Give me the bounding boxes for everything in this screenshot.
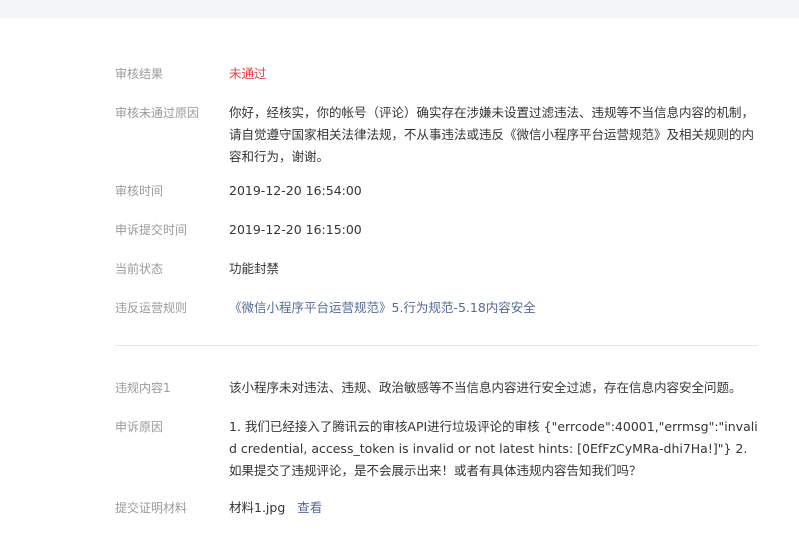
review-result-value: 未通过 <box>229 66 267 81</box>
evidence-file-name: 材料1.jpg <box>229 500 286 515</box>
violation-content-value: 该小程序未对违法、违规、政治敏感等不当信息内容进行安全过滤，存在信息内容安全问题… <box>229 380 742 395</box>
review-time-value: 2019-12-20 16:54:00 <box>229 183 362 198</box>
review-reason-value: 你好，经核实，你的帐号（评论）确实存在涉嫌未设置过滤违法、违规等不当信息内容的机… <box>229 105 755 164</box>
evidence-value: 材料1.jpg 查看 <box>229 497 761 519</box>
review-time-label: 审核时间 <box>115 184 164 198</box>
evidence-label: 提交证明材料 <box>115 501 188 515</box>
section-divider <box>115 345 758 346</box>
review-result-label: 审核结果 <box>115 67 164 81</box>
review-detail-panel: 审核结果 未通过 审核未通过原因 你好，经核实，你的帐号（评论）确实存在涉嫌未设… <box>0 18 799 540</box>
violation-content-label: 违规内容1 <box>115 381 171 395</box>
rule-link[interactable]: 《微信小程序平台运营规范》5.行为规范-5.18内容安全 <box>229 297 761 319</box>
top-bar <box>0 0 799 18</box>
appeal-reason-value: 1. 我们已经接入了腾讯云的审核API进行垃圾评论的审核 {"errcode":… <box>229 419 758 478</box>
rule-label: 违反运营规则 <box>115 301 188 315</box>
status-label: 当前状态 <box>115 262 164 276</box>
appeal-reason-label: 申诉原因 <box>115 420 164 434</box>
appeal-time-value: 2019-12-20 16:15:00 <box>229 222 362 237</box>
appeal-time-label: 申诉提交时间 <box>115 223 188 237</box>
review-reason-label: 审核未通过原因 <box>115 106 200 120</box>
status-value: 功能封禁 <box>229 261 280 276</box>
evidence-view-link[interactable]: 查看 <box>297 500 322 515</box>
